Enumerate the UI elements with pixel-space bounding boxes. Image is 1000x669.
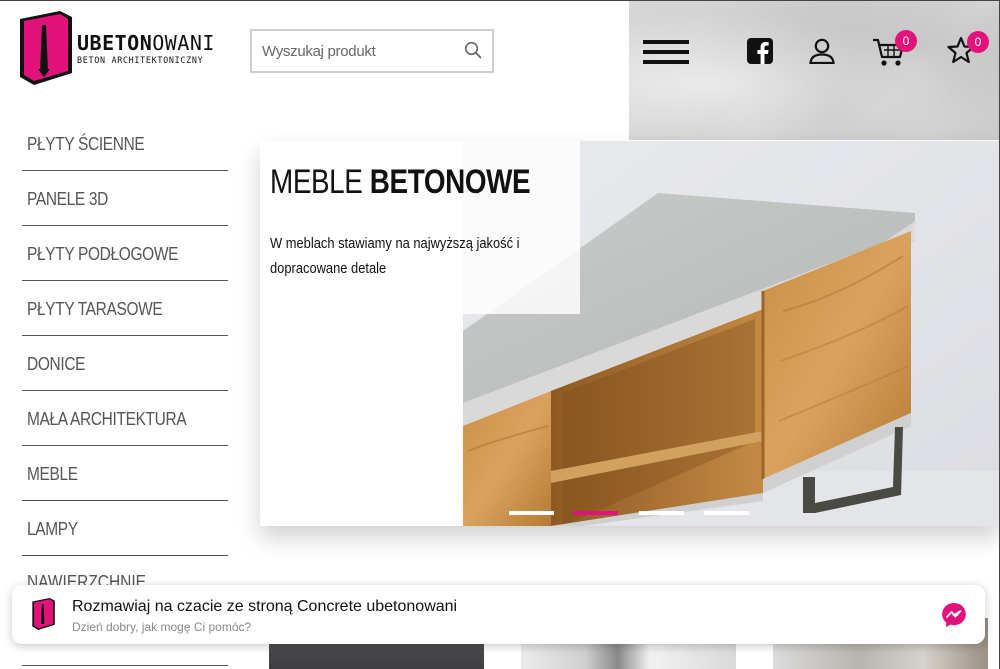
chat-title: Rozmawiaj na czacie ze stroną Concrete u…	[72, 598, 458, 615]
slider-dot-2[interactable]	[573, 511, 618, 515]
slider-dot-4[interactable]	[704, 511, 749, 515]
chat-subtitle: Dzień dobry, jak mogę Ci pomóc?	[72, 620, 252, 634]
hero-description-line: W meblach stawiamy na najwyższą jakość i	[270, 235, 520, 252]
search-input[interactable]	[262, 39, 452, 63]
sidebar-item-label: PŁYTY ŚCIENNE	[27, 134, 145, 154]
sidebar-item-donice[interactable]: DONICE	[22, 336, 228, 391]
window-border	[0, 0, 1000, 1]
header-background-texture	[629, 0, 1000, 140]
search-box	[250, 29, 494, 73]
facebook-icon[interactable]	[747, 38, 773, 64]
category-nav: PŁYTY ŚCIENNE PANELE 3D PŁYTY PODŁOGOWE …	[22, 116, 228, 556]
sidebar-item-plyty-tarasowe[interactable]: PŁYTY TARASOWE	[22, 281, 228, 336]
search-icon[interactable]	[464, 41, 482, 59]
logo-name: UBETONOWANI	[77, 33, 215, 53]
logo-name-light: OWANI	[152, 31, 215, 55]
sidebar-item-mala-architektura[interactable]: MAŁA ARCHITEKTURA	[22, 391, 228, 446]
hero-description-line: dopracowane detale	[270, 260, 387, 277]
hero-title: MEBLE BETONOWE	[270, 163, 531, 202]
hero-slider[interactable]: MEBLE BETONOWE W meblach stawiamy na naj…	[260, 141, 1000, 526]
chat-avatar-logo-icon	[32, 598, 55, 630]
menu-icon[interactable]	[643, 40, 689, 64]
chat-widget[interactable]: Rozmawiaj na czacie ze stroną Concrete u…	[12, 585, 985, 644]
hero-title-bold: BETONOWE	[369, 163, 531, 201]
sidebar-item-label: MAŁA ARCHITEKTURA	[27, 409, 187, 429]
site-logo[interactable]: UBETONOWANI BETON ARCHITEKTONICZNY	[20, 11, 214, 86]
slider-dot-1[interactable]	[509, 511, 554, 515]
logo-mark-icon	[20, 11, 72, 85]
user-icon[interactable]	[809, 38, 835, 64]
sidebar-item-plyty-scienne[interactable]: PŁYTY ŚCIENNE	[22, 116, 228, 171]
sidebar-divider	[22, 665, 228, 666]
logo-tagline: BETON ARCHITEKTONICZNY	[77, 55, 204, 65]
slider-dot-3[interactable]	[639, 511, 684, 515]
sidebar-item-lampy[interactable]: LAMPY	[22, 501, 228, 556]
sidebar-item-label: PŁYTY PODŁOGOWE	[27, 244, 179, 264]
sidebar-item-label: MEBLE	[27, 464, 78, 484]
sidebar-item-meble[interactable]: MEBLE	[22, 446, 228, 501]
messenger-icon[interactable]	[941, 602, 967, 628]
hero-description: W meblach stawiamy na najwyższą jakość i…	[270, 231, 528, 281]
hero-title-light: MEBLE	[270, 163, 363, 201]
sidebar-item-label: LAMPY	[27, 519, 78, 539]
sidebar-item-label: PANELE 3D	[27, 189, 108, 209]
sidebar-item-label: PŁYTY TARASOWE	[27, 299, 163, 319]
sidebar-item-plyty-podlogowe[interactable]: PŁYTY PODŁOGOWE	[22, 226, 228, 281]
wishlist-count-badge: 0	[967, 31, 989, 53]
logo-name-bold: UBETON	[77, 31, 153, 55]
sidebar-item-panele-3d[interactable]: PANELE 3D	[22, 171, 228, 226]
cart-count-badge: 0	[895, 30, 917, 52]
sidebar-item-label: DONICE	[27, 354, 86, 374]
logo-text: UBETONOWANI BETON ARCHITEKTONICZNY	[77, 33, 215, 65]
